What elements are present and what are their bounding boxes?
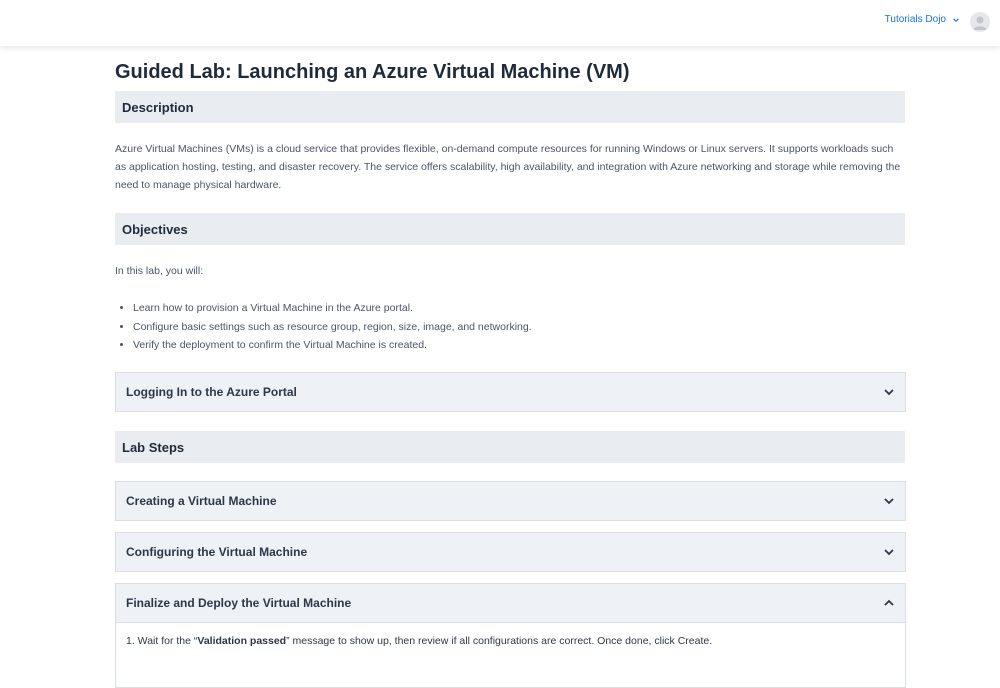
validation-passed-text: Validation passed xyxy=(197,635,287,647)
lab-steps-heading: Lab Steps xyxy=(115,431,905,463)
accordion-configuring-vm[interactable]: Configuring the Virtual Machine xyxy=(115,532,906,572)
step-text: 1. Wait for the “Validation passed” mess… xyxy=(126,635,713,647)
accordion-finalize-body: 1. Wait for the “Validation passed” mess… xyxy=(115,623,906,688)
list-item: Configure basic settings such as resourc… xyxy=(133,318,905,337)
accordion-finalize-deploy[interactable]: Finalize and Deploy the Virtual Machine xyxy=(115,583,906,623)
accordion-creating-vm[interactable]: Creating a Virtual Machine xyxy=(115,481,906,521)
top-navigation-bar: Tutorials Dojo xyxy=(0,0,1000,46)
accordion-label: Configuring the Virtual Machine xyxy=(126,545,308,559)
objectives-list: Learn how to provision a Virtual Machine… xyxy=(115,299,905,355)
description-heading: Description xyxy=(115,91,905,123)
list-item: Verify the deployment to confirm the Vir… xyxy=(133,336,905,355)
user-name: Tutorials Dojo xyxy=(884,14,946,25)
chevron-down-icon xyxy=(884,549,894,556)
chevron-down-icon xyxy=(884,389,894,396)
accordion-label: Finalize and Deploy the Virtual Machine xyxy=(126,596,352,610)
objectives-heading: Objectives xyxy=(115,213,905,245)
user-icon xyxy=(973,16,987,30)
accordion-label: Logging In to the Azure Portal xyxy=(126,385,297,399)
avatar[interactable] xyxy=(970,12,990,32)
chevron-down-icon xyxy=(953,17,959,22)
accordion-logging-in[interactable]: Logging In to the Azure Portal xyxy=(115,372,906,412)
list-item: Learn how to provision a Virtual Machine… xyxy=(133,299,905,318)
accordion-label: Creating a Virtual Machine xyxy=(126,494,277,508)
user-menu[interactable]: Tutorials Dojo xyxy=(885,14,960,25)
description-text: Azure Virtual Machines (VMs) is a cloud … xyxy=(115,143,901,191)
chevron-down-icon xyxy=(884,498,894,505)
objectives-intro: In this lab, you will: xyxy=(115,265,204,277)
page-title: Guided Lab: Launching an Azure Virtual M… xyxy=(115,61,630,83)
chevron-up-icon xyxy=(884,599,894,606)
